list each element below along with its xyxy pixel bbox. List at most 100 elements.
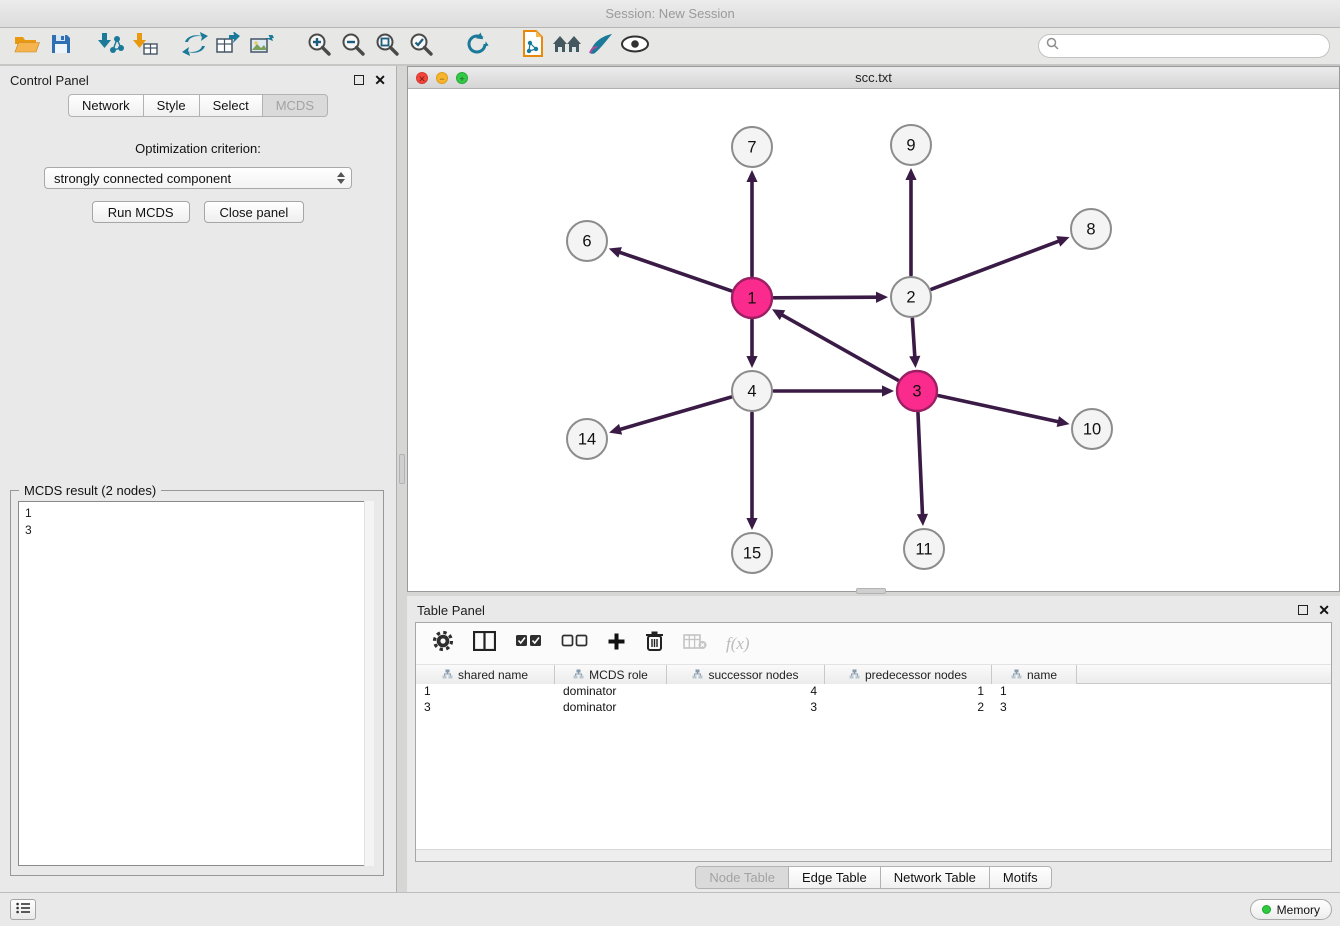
column-header-predecessor-nodes[interactable]: predecessor nodes: [825, 665, 992, 684]
toggle-graphics-details-button[interactable]: [618, 30, 652, 62]
table-tab-node-table[interactable]: Node Table: [695, 866, 789, 889]
vertical-splitter-handle[interactable]: [399, 454, 405, 484]
tab-network[interactable]: Network: [68, 94, 144, 117]
app-window: Session: New Session: [0, 0, 1340, 926]
search-input[interactable]: [1064, 39, 1322, 53]
export-table-icon: [216, 32, 242, 61]
close-window-icon[interactable]: ✕: [416, 72, 428, 84]
graph-edge-arrowhead: [746, 170, 757, 182]
graph-node-2[interactable]: 2: [891, 277, 931, 317]
zoom-selected-button[interactable]: [404, 30, 438, 62]
tab-select[interactable]: Select: [199, 94, 263, 117]
search-icon: [1046, 37, 1059, 55]
graph-node-9[interactable]: 9: [891, 125, 931, 165]
import-table-button[interactable]: [128, 30, 162, 62]
column-header-MCDS-role[interactable]: MCDS role: [555, 665, 667, 684]
deselect-all-icon[interactable]: [561, 634, 588, 653]
export-image-button[interactable]: [246, 30, 280, 62]
table-panel-title: Table Panel: [417, 603, 485, 618]
graph-node-15[interactable]: 15: [732, 533, 772, 573]
graph-edge-3-1[interactable]: [782, 315, 897, 380]
column-header-successor-nodes[interactable]: successor nodes: [667, 665, 825, 684]
svg-text:11: 11: [915, 541, 932, 559]
zoom-fit-icon: [374, 31, 400, 62]
network-transfer-button[interactable]: [178, 30, 212, 62]
run-mcds-button[interactable]: Run MCDS: [92, 201, 190, 223]
table-row[interactable]: 1dominator411: [416, 684, 1331, 700]
new-network-from-selection-button[interactable]: [516, 30, 550, 62]
graph-edge-1-6[interactable]: [620, 252, 731, 290]
graph-edge-3-10[interactable]: [938, 396, 1057, 422]
trash-icon[interactable]: [645, 630, 664, 657]
close-table-panel-icon[interactable]: ✕: [1318, 603, 1330, 617]
export-table-button[interactable]: [212, 30, 246, 62]
zoom-fit-button[interactable]: [370, 30, 404, 62]
column-sort-icon: [692, 668, 703, 682]
graph-edge-1-2[interactable]: [774, 297, 876, 298]
task-history-button[interactable]: [10, 899, 36, 920]
column-header-name[interactable]: name: [992, 665, 1077, 684]
graph-edge-3-11[interactable]: [918, 413, 922, 514]
status-bar: Memory: [0, 892, 1340, 926]
table-row[interactable]: 3dominator323: [416, 700, 1331, 716]
toolbar-search[interactable]: [1038, 34, 1330, 58]
open-session-button[interactable]: [10, 30, 44, 62]
double-home-icon: [552, 33, 582, 60]
horizontal-splitter-handle[interactable]: [856, 588, 886, 594]
table-tab-network-table[interactable]: Network Table: [880, 866, 990, 889]
window-titlebar: Session: New Session: [0, 0, 1340, 28]
column-header-shared-name[interactable]: shared name: [416, 665, 555, 684]
graph-edge-arrowhead: [905, 168, 916, 180]
graph-node-14[interactable]: 14: [567, 419, 607, 459]
save-session-button[interactable]: [44, 30, 78, 62]
graph-node-4[interactable]: 4: [732, 371, 772, 411]
criterion-dropdown[interactable]: strongly connected component: [44, 167, 352, 189]
gear-icon[interactable]: [432, 630, 454, 657]
home-view-button[interactable]: [550, 30, 584, 62]
apply-style-button[interactable]: [584, 30, 618, 62]
graph-node-10[interactable]: 10: [1072, 409, 1112, 449]
zoom-window-icon[interactable]: +: [456, 72, 468, 84]
network-view-window: ✕ − + scc.txt 7968124314101511: [407, 66, 1340, 592]
function-builder-icon: f(x): [726, 634, 750, 654]
graph-edge-4-14[interactable]: [621, 397, 731, 429]
add-row-icon[interactable]: [607, 632, 626, 656]
graph-node-8[interactable]: 8: [1071, 209, 1111, 249]
table-tab-edge-table[interactable]: Edge Table: [788, 866, 881, 889]
dropdown-stepper-icon: [337, 172, 345, 184]
memory-button[interactable]: Memory: [1250, 899, 1332, 920]
table-header-row: shared nameMCDS rolesuccessor nodesprede…: [416, 665, 1331, 684]
graph-node-11[interactable]: 11: [904, 529, 944, 569]
refresh-layout-button[interactable]: [460, 30, 494, 62]
minimize-window-icon[interactable]: −: [436, 72, 448, 84]
network-canvas[interactable]: 7 9 6 8 1 2 4 3 14 10 15 11: [408, 89, 1339, 591]
zoom-out-button[interactable]: [336, 30, 370, 62]
import-network-button[interactable]: [94, 30, 128, 62]
zoom-in-button[interactable]: [302, 30, 336, 62]
window-title: Session: New Session: [605, 6, 734, 21]
graph-node-6[interactable]: 6: [567, 221, 607, 261]
result-scrollbar[interactable]: [364, 501, 374, 866]
graph-edge-arrowhead: [746, 356, 757, 368]
tab-mcds[interactable]: MCDS: [262, 94, 328, 117]
table-tab-motifs[interactable]: Motifs: [989, 866, 1052, 889]
document-network-icon: [521, 30, 545, 62]
floppy-disk-icon: [50, 33, 72, 60]
select-all-icon[interactable]: [515, 634, 542, 653]
close-panel-icon[interactable]: ✕: [374, 73, 386, 87]
float-panel-icon[interactable]: [354, 75, 364, 85]
column-chooser-icon[interactable]: [473, 631, 496, 656]
graph-edge-2-8[interactable]: [932, 241, 1059, 289]
float-table-panel-icon[interactable]: [1298, 605, 1308, 615]
graph-node-1[interactable]: 1: [732, 278, 772, 318]
graph-edge-2-3[interactable]: [912, 319, 914, 356]
graph-node-3[interactable]: 3: [897, 371, 937, 411]
paintbrush-icon: [588, 32, 614, 61]
table-cell: 3: [992, 700, 1077, 716]
delete-table-icon-disabled: [683, 633, 707, 655]
close-panel-button[interactable]: Close panel: [204, 201, 305, 223]
tab-style[interactable]: Style: [143, 94, 200, 117]
main-area: Control Panel ✕ NetworkStyleSelectMCDS O…: [0, 66, 1340, 892]
table-horizontal-scrollbar[interactable]: [416, 849, 1331, 861]
graph-node-7[interactable]: 7: [732, 127, 772, 167]
